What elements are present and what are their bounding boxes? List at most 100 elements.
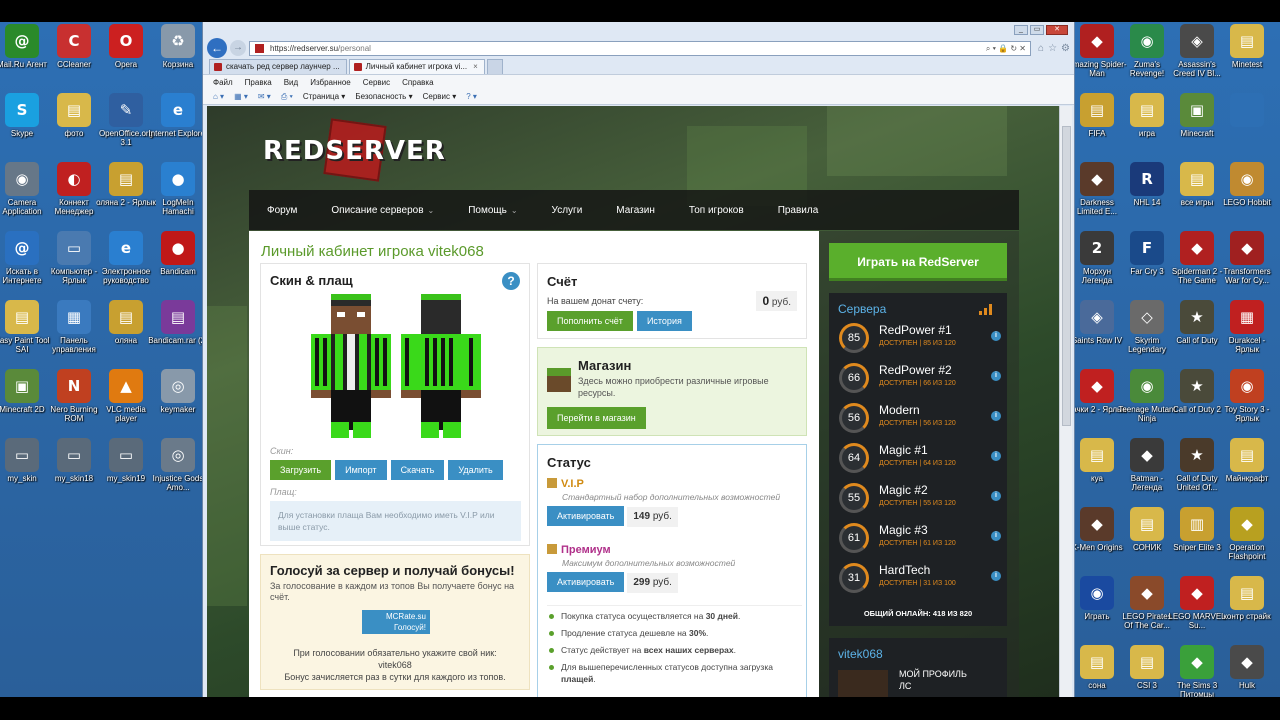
messages-link[interactable]: ЛС bbox=[899, 680, 967, 692]
desktop-icon[interactable]: e Электронное руководство bbox=[96, 231, 156, 297]
server-row[interactable]: 85 RedPower #1 ДОСТУПЕН | 85 ИЗ 120 i bbox=[839, 321, 1003, 357]
menu-edit[interactable]: Правка bbox=[245, 75, 272, 89]
menu-file[interactable]: Файл bbox=[213, 75, 233, 89]
topup-button[interactable]: Пополнить счёт bbox=[547, 311, 633, 331]
info-icon[interactable]: i bbox=[991, 371, 1001, 381]
desktop-icon[interactable]: ◆ Transformers War for Cy... bbox=[1217, 231, 1277, 297]
delete-skin-button[interactable]: Удалить bbox=[448, 460, 503, 480]
menu-view[interactable]: Вид bbox=[284, 75, 298, 89]
nav-label: Услуги bbox=[551, 204, 583, 216]
forward-button[interactable]: → bbox=[230, 40, 246, 56]
cmd-security[interactable]: Безопасность ▾ bbox=[355, 89, 412, 104]
favorites-icon[interactable]: ☆ bbox=[1048, 43, 1057, 54]
help-icon[interactable]: ? bbox=[502, 272, 520, 290]
info-icon[interactable]: i bbox=[991, 491, 1001, 501]
info-icon[interactable]: i bbox=[991, 451, 1001, 461]
desktop-icon[interactable]: ▤ контр страйк bbox=[1217, 576, 1277, 642]
nav-item[interactable]: Магазин bbox=[616, 205, 655, 216]
nav-item[interactable]: Помощь ⌄ bbox=[468, 205, 517, 216]
desktop-icon[interactable] bbox=[1217, 93, 1277, 159]
server-row[interactable]: 56 Modern ДОСТУПЕН | 56 ИЗ 120 i bbox=[839, 401, 1003, 437]
nav-item[interactable]: Услуги bbox=[552, 205, 583, 216]
desktop-icon[interactable]: ✎ OpenOffice.org 3.1 bbox=[96, 93, 156, 159]
scrollbar-thumb[interactable] bbox=[1062, 126, 1071, 426]
desktop-icon[interactable]: ▭ my_skin19 bbox=[96, 438, 156, 504]
info-icon[interactable]: i bbox=[991, 411, 1001, 421]
desktop-icon[interactable]: e Internet Explorer bbox=[148, 93, 208, 159]
tab-personal[interactable]: Личный кабинет игрока vi... × bbox=[348, 59, 485, 74]
print-icon[interactable]: ⎙ ▾ bbox=[281, 89, 293, 104]
go-to-shop-button[interactable]: Перейти в магазин bbox=[547, 407, 646, 429]
desktop-icon[interactable]: ▤ оляна bbox=[96, 300, 156, 366]
help-cmd-icon[interactable]: ? ▾ bbox=[466, 89, 477, 104]
settings-icon[interactable]: ⚙ bbox=[1061, 43, 1070, 54]
desktop-icon[interactable]: ▤ Minetest bbox=[1217, 24, 1277, 90]
menu-help[interactable]: Справка bbox=[402, 75, 433, 89]
maximize-button[interactable]: ▭ bbox=[1030, 25, 1044, 35]
desktop-icon[interactable]: ◎ Injustice Gods Amo... bbox=[148, 438, 208, 504]
app-icon: ◆ bbox=[1080, 162, 1114, 196]
home-cmd-icon[interactable]: ⌂ ▾ bbox=[213, 89, 224, 104]
info-icon[interactable]: i bbox=[991, 531, 1001, 541]
desktop-icon[interactable]: ▭ Компьютер - Ярлык bbox=[44, 231, 104, 297]
home-icon[interactable]: ⌂ bbox=[1038, 43, 1044, 54]
desktop-icon[interactable]: O Opera bbox=[96, 24, 156, 90]
address-tools-icon[interactable]: ⌕ ▾ 🔒 ↻ ✕ bbox=[986, 42, 1026, 55]
site-logo[interactable]: REDSERVER bbox=[263, 136, 446, 166]
desktop-icon[interactable]: ◐ Коннект Менеджер bbox=[44, 162, 104, 228]
close-button[interactable]: ✕ bbox=[1046, 25, 1068, 35]
desktop-icon-label: Internet Explorer bbox=[148, 129, 208, 138]
server-row[interactable]: 55 Magic #2 ДОСТУПЕН | 55 ИЗ 120 i bbox=[839, 481, 1003, 517]
desktop-icon[interactable]: ◉ Toy Story 3 - Ярлык bbox=[1217, 369, 1277, 435]
nav-item[interactable]: Форум bbox=[267, 205, 297, 216]
download-skin-button[interactable]: Скачать bbox=[390, 460, 445, 480]
import-skin-button[interactable]: Импорт bbox=[335, 460, 387, 480]
nav-item[interactable]: Правила bbox=[778, 205, 819, 216]
page-scrollbar[interactable] bbox=[1059, 106, 1072, 697]
feeds-icon[interactable]: ▦ ▾ bbox=[234, 89, 248, 104]
info-icon[interactable]: i bbox=[991, 331, 1001, 341]
mail-icon[interactable]: ✉ ▾ bbox=[258, 89, 271, 104]
tab-close-icon[interactable]: × bbox=[473, 62, 478, 71]
desktop-icon[interactable]: ▭ my_skin18 bbox=[44, 438, 104, 504]
activate-vip-button[interactable]: Активировать bbox=[547, 506, 625, 526]
desktop-icon[interactable]: ◆ Operation Flashpoint bbox=[1217, 507, 1277, 573]
address-bar[interactable]: https://redserver.su/personal ⌕ ▾ 🔒 ↻ ✕ bbox=[249, 40, 1032, 56]
back-button[interactable]: ← bbox=[207, 38, 227, 58]
info-icon[interactable]: i bbox=[991, 571, 1001, 581]
desktop-icon[interactable]: ● LogMeIn Hamachi bbox=[148, 162, 208, 228]
desktop-icon[interactable]: ▦ Панель управления bbox=[44, 300, 104, 366]
menu-favorites[interactable]: Избранное bbox=[310, 75, 351, 89]
cmd-tools[interactable]: Сервис ▾ bbox=[423, 89, 457, 104]
desktop-icon[interactable]: ▤ Bandicam.rar (2) bbox=[148, 300, 208, 366]
play-button[interactable]: Играть на RedServer bbox=[829, 243, 1007, 281]
desktop-icon[interactable]: ◎ keymaker bbox=[148, 369, 208, 435]
desktop-icon[interactable]: C CCleaner bbox=[44, 24, 104, 90]
new-tab-button[interactable] bbox=[486, 59, 503, 74]
server-row[interactable]: 61 Magic #3 ДОСТУПЕН | 61 ИЗ 120 i bbox=[839, 521, 1003, 557]
desktop-icon[interactable]: ▲ VLC media player bbox=[96, 369, 156, 435]
activate-premium-button[interactable]: Активировать bbox=[547, 572, 625, 592]
cmd-page[interactable]: Страница ▾ bbox=[303, 89, 346, 104]
menu-tools[interactable]: Сервис bbox=[363, 75, 390, 89]
desktop-icon[interactable]: ◉ LEGO Hobbit bbox=[1217, 162, 1277, 228]
desktop-icon[interactable]: ▤ Майнкрафт bbox=[1217, 438, 1277, 504]
my-profile-link[interactable]: МОЙ ПРОФИЛЬ bbox=[899, 668, 967, 680]
minimize-button[interactable]: _ bbox=[1014, 25, 1028, 35]
desktop-icon[interactable]: N Nero Burning ROM bbox=[44, 369, 104, 435]
tab-search[interactable]: скачать ред сервер лаунчер ... bbox=[209, 59, 347, 74]
server-row[interactable]: 31 HardTech ДОСТУПЕН | 31 ИЗ 100 i bbox=[839, 561, 1003, 597]
desktop-icon[interactable]: ▤ фото bbox=[44, 93, 104, 159]
mcrate-banner[interactable]: MCRate.su Голосуй! bbox=[362, 610, 430, 634]
desktop-icon[interactable]: ▦ Durakcel - Ярлык bbox=[1217, 300, 1277, 366]
upload-skin-button[interactable]: Загрузить bbox=[270, 460, 332, 480]
desktop-icon[interactable]: ♻ Корзина bbox=[148, 24, 208, 90]
server-row[interactable]: 66 RedPower #2 ДОСТУПЕН | 66 ИЗ 120 i bbox=[839, 361, 1003, 397]
desktop-icon[interactable]: ▤ оляна 2 - Ярлык bbox=[96, 162, 156, 228]
app-icon: ▦ bbox=[1230, 300, 1264, 334]
desktop-icon[interactable]: ● Bandicam bbox=[148, 231, 208, 297]
history-button[interactable]: История bbox=[636, 311, 692, 331]
server-row[interactable]: 64 Magic #1 ДОСТУПЕН | 64 ИЗ 120 i bbox=[839, 441, 1003, 477]
nav-item[interactable]: Описание серверов ⌄ bbox=[331, 205, 434, 216]
nav-item[interactable]: Топ игроков bbox=[689, 205, 744, 216]
